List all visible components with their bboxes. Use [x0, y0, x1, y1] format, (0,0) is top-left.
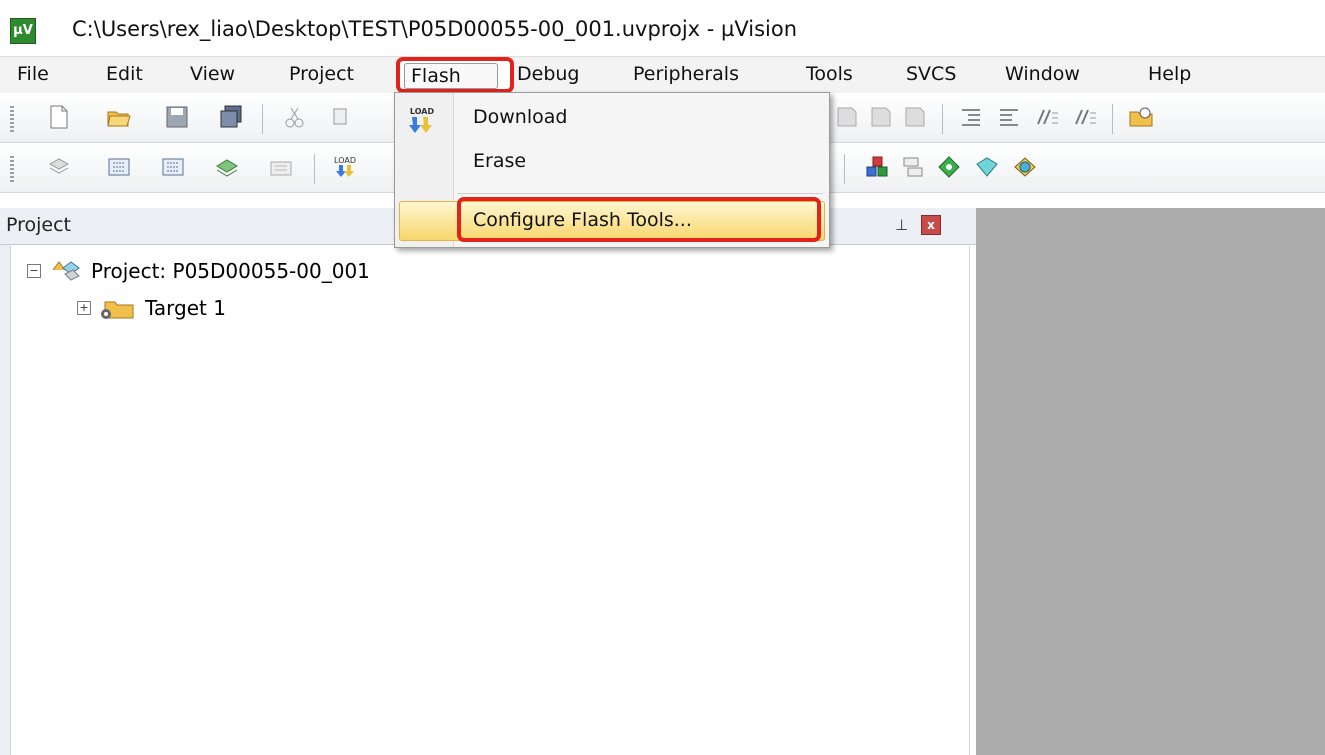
menu-edit[interactable]: Edit	[106, 63, 143, 85]
new-file-icon[interactable]	[46, 104, 72, 130]
menu-file[interactable]: File	[17, 63, 49, 85]
configure-highlight-box	[457, 197, 821, 242]
collapse-icon[interactable]: −	[27, 264, 41, 278]
select-packs-icon[interactable]	[936, 154, 962, 180]
menu-bar: File Edit View Project Debug Peripherals…	[0, 56, 1325, 93]
uvision-app-icon: µV	[10, 18, 36, 44]
project-tree: − Project: P05D00055-00_001 + Target 1	[10, 246, 970, 755]
menu-window[interactable]: Window	[1005, 63, 1080, 85]
rebuild-icon[interactable]	[160, 154, 186, 180]
comment-icon[interactable]	[1034, 104, 1060, 130]
cut-icon[interactable]	[282, 104, 308, 130]
manage-components-icon[interactable]	[900, 154, 926, 180]
tree-item-project-label: Project: P05D00055-00_001	[91, 259, 370, 283]
editor-area	[976, 208, 1325, 755]
menu-svcs[interactable]: SVCS	[906, 63, 956, 85]
toolbar-separator	[844, 154, 845, 184]
target-folder-icon	[101, 301, 134, 319]
project-panel-title: Project	[6, 214, 72, 236]
tree-item-project[interactable]: − Project: P05D00055-00_001	[27, 258, 370, 284]
toolbar-separator	[314, 154, 315, 184]
prev-bookmark-icon[interactable]	[868, 104, 894, 130]
next-bookmark-icon[interactable]	[902, 104, 928, 130]
run-time-environment-icon[interactable]	[1012, 154, 1038, 180]
toolbar-separator	[1112, 104, 1113, 134]
pack-installer-icon[interactable]	[974, 154, 1000, 180]
toolbar-separator	[942, 104, 943, 134]
menu-item-download[interactable]: Download	[473, 106, 567, 128]
menu-view[interactable]: View	[190, 63, 235, 85]
bookmark-icon[interactable]	[834, 104, 860, 130]
menu-flash[interactable]: Flash	[396, 57, 514, 93]
menu-load-label: LOAD	[410, 107, 435, 116]
uncomment-icon[interactable]	[1072, 104, 1098, 130]
project-icon	[52, 261, 80, 281]
menu-debug[interactable]: Debug	[517, 63, 579, 85]
toolbar-grip[interactable]	[10, 106, 14, 134]
close-icon[interactable]: x	[921, 215, 941, 235]
load-icon: LOAD	[409, 107, 435, 133]
pin-icon[interactable]: ⊥	[895, 216, 908, 234]
unindent-icon[interactable]	[996, 104, 1022, 130]
menu-help[interactable]: Help	[1148, 63, 1191, 85]
menu-peripherals[interactable]: Peripherals	[633, 63, 739, 85]
panel-left-border	[0, 208, 10, 755]
stop-build-icon[interactable]	[268, 154, 294, 180]
menu-flash-label: Flash	[404, 63, 498, 89]
menu-tools[interactable]: Tools	[806, 63, 853, 85]
title-bar: µV C:\Users\rex_liao\Desktop\TEST\P05D00…	[0, 0, 1325, 56]
find-in-files-icon[interactable]	[1128, 104, 1154, 130]
toolbar-separator	[262, 104, 263, 134]
menu-separator	[457, 193, 823, 194]
toolbar-load-label: LOAD	[334, 156, 356, 165]
menu-item-erase[interactable]: Erase	[473, 150, 526, 172]
window-title: C:\Users\rex_liao\Desktop\TEST\P05D00055…	[72, 17, 798, 41]
build-icon[interactable]	[106, 154, 132, 180]
copy-icon[interactable]	[332, 104, 348, 130]
save-all-icon[interactable]	[218, 104, 244, 130]
indent-icon[interactable]	[958, 104, 984, 130]
tree-item-target-label: Target 1	[145, 296, 226, 320]
save-icon[interactable]	[164, 104, 190, 130]
toolbar-grip[interactable]	[10, 156, 14, 184]
download-toolbar-icon[interactable]: LOAD	[332, 154, 358, 180]
options-for-target-icon[interactable]	[864, 154, 890, 180]
menu-project[interactable]: Project	[289, 63, 354, 85]
batch-build-icon[interactable]	[214, 154, 240, 180]
expand-icon[interactable]: +	[77, 301, 91, 315]
tree-item-target[interactable]: + Target 1	[77, 296, 226, 320]
translate-icon[interactable]	[46, 154, 72, 180]
open-folder-icon[interactable]	[106, 104, 132, 130]
